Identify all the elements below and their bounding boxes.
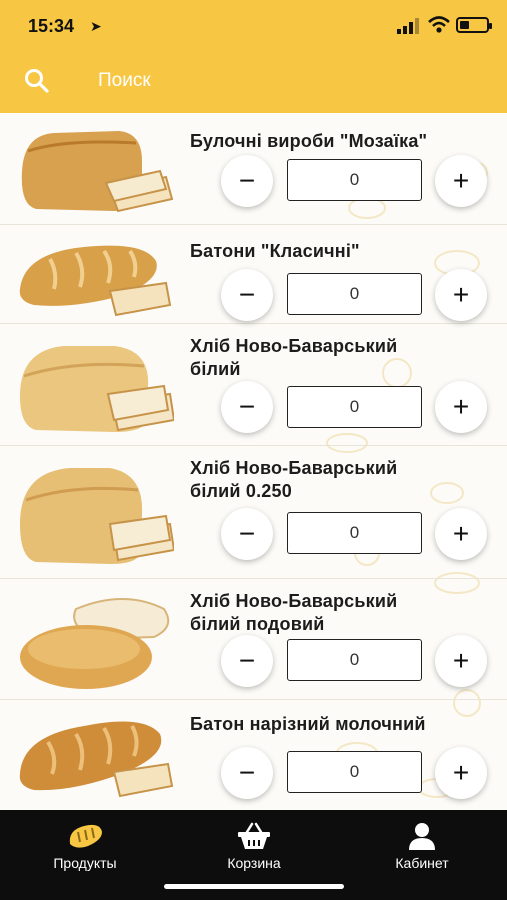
tab-products[interactable]: Продукты	[15, 820, 155, 871]
decrease-button[interactable]: −	[221, 269, 273, 321]
search-icon[interactable]	[24, 68, 50, 94]
quantity-input[interactable]: 0	[287, 273, 422, 315]
product-image	[19, 721, 174, 798]
increase-button[interactable]: +	[435, 269, 487, 321]
search-input[interactable]: Поиск	[98, 70, 151, 92]
product-image	[20, 598, 170, 689]
product-row[interactable]: Хліб Ново-Баварський білий 0.250 − 0 +	[0, 446, 507, 579]
tab-bar: Продукты Корзина Кабинет	[0, 810, 507, 900]
product-name: Хліб Ново-Баварський білий 0.250	[190, 458, 398, 501]
status-bar: 15:34 ➤	[0, 14, 507, 40]
product-name: Батони "Класичні"	[190, 241, 360, 261]
quantity-input[interactable]: 0	[287, 386, 422, 428]
tab-cart[interactable]: Корзина	[184, 820, 324, 871]
tab-account-label: Кабинет	[395, 855, 449, 871]
increase-button[interactable]: +	[435, 508, 487, 560]
tab-products-label: Продукты	[53, 855, 117, 871]
decrease-button[interactable]: −	[221, 381, 273, 433]
quantity-input[interactable]: 0	[287, 639, 422, 681]
product-image	[21, 131, 174, 213]
decrease-button[interactable]: −	[221, 747, 273, 799]
increase-button[interactable]: +	[435, 635, 487, 687]
tab-cart-label: Корзина	[227, 855, 281, 871]
product-name: Хліб Ново-Баварський білий подовий	[190, 591, 398, 634]
wifi-icon	[428, 16, 450, 33]
home-indicator	[164, 884, 344, 889]
product-list[interactable]: Булочні вироби "Мозаїка" − 0 + Батони "К…	[0, 113, 507, 810]
quantity-input[interactable]: 0	[287, 751, 422, 793]
product-name: Хліб Ново-Баварський білий	[190, 336, 398, 379]
bread-icon	[69, 824, 102, 848]
user-icon	[409, 823, 435, 850]
decrease-button[interactable]: −	[221, 155, 273, 207]
product-image	[19, 245, 172, 317]
increase-button[interactable]: +	[435, 381, 487, 433]
decrease-button[interactable]: −	[221, 508, 273, 560]
product-name: Батон нарізний молочний	[190, 714, 426, 734]
product-image	[20, 468, 174, 564]
decrease-button[interactable]: −	[221, 635, 273, 687]
battery-icon	[456, 17, 492, 33]
location-arrow-icon: ➤	[90, 18, 102, 34]
quantity-input[interactable]: 0	[287, 159, 422, 201]
increase-button[interactable]: +	[435, 747, 487, 799]
increase-button[interactable]: +	[435, 155, 487, 207]
product-row[interactable]: Хліб Ново-Баварський білий подовий − 0 +	[0, 579, 507, 700]
product-name: Булочні вироби "Мозаїка"	[190, 131, 428, 151]
tab-account[interactable]: Кабинет	[352, 820, 492, 871]
product-row[interactable]: Булочні вироби "Мозаїка" − 0 +	[0, 113, 507, 225]
signal-icon	[397, 18, 419, 34]
quantity-input[interactable]: 0	[287, 512, 422, 554]
product-row[interactable]: Батони "Класичні" − 0 +	[0, 225, 507, 324]
product-row[interactable]: Хліб Ново-Баварський білий − 0 +	[0, 324, 507, 446]
status-time: 15:34	[28, 16, 75, 36]
basket-icon	[238, 822, 270, 849]
product-row[interactable]: Батон нарізний молочний − 0 +	[0, 700, 507, 810]
product-image	[20, 346, 174, 432]
app-header: 15:34 ➤ Поиск	[0, 0, 507, 113]
